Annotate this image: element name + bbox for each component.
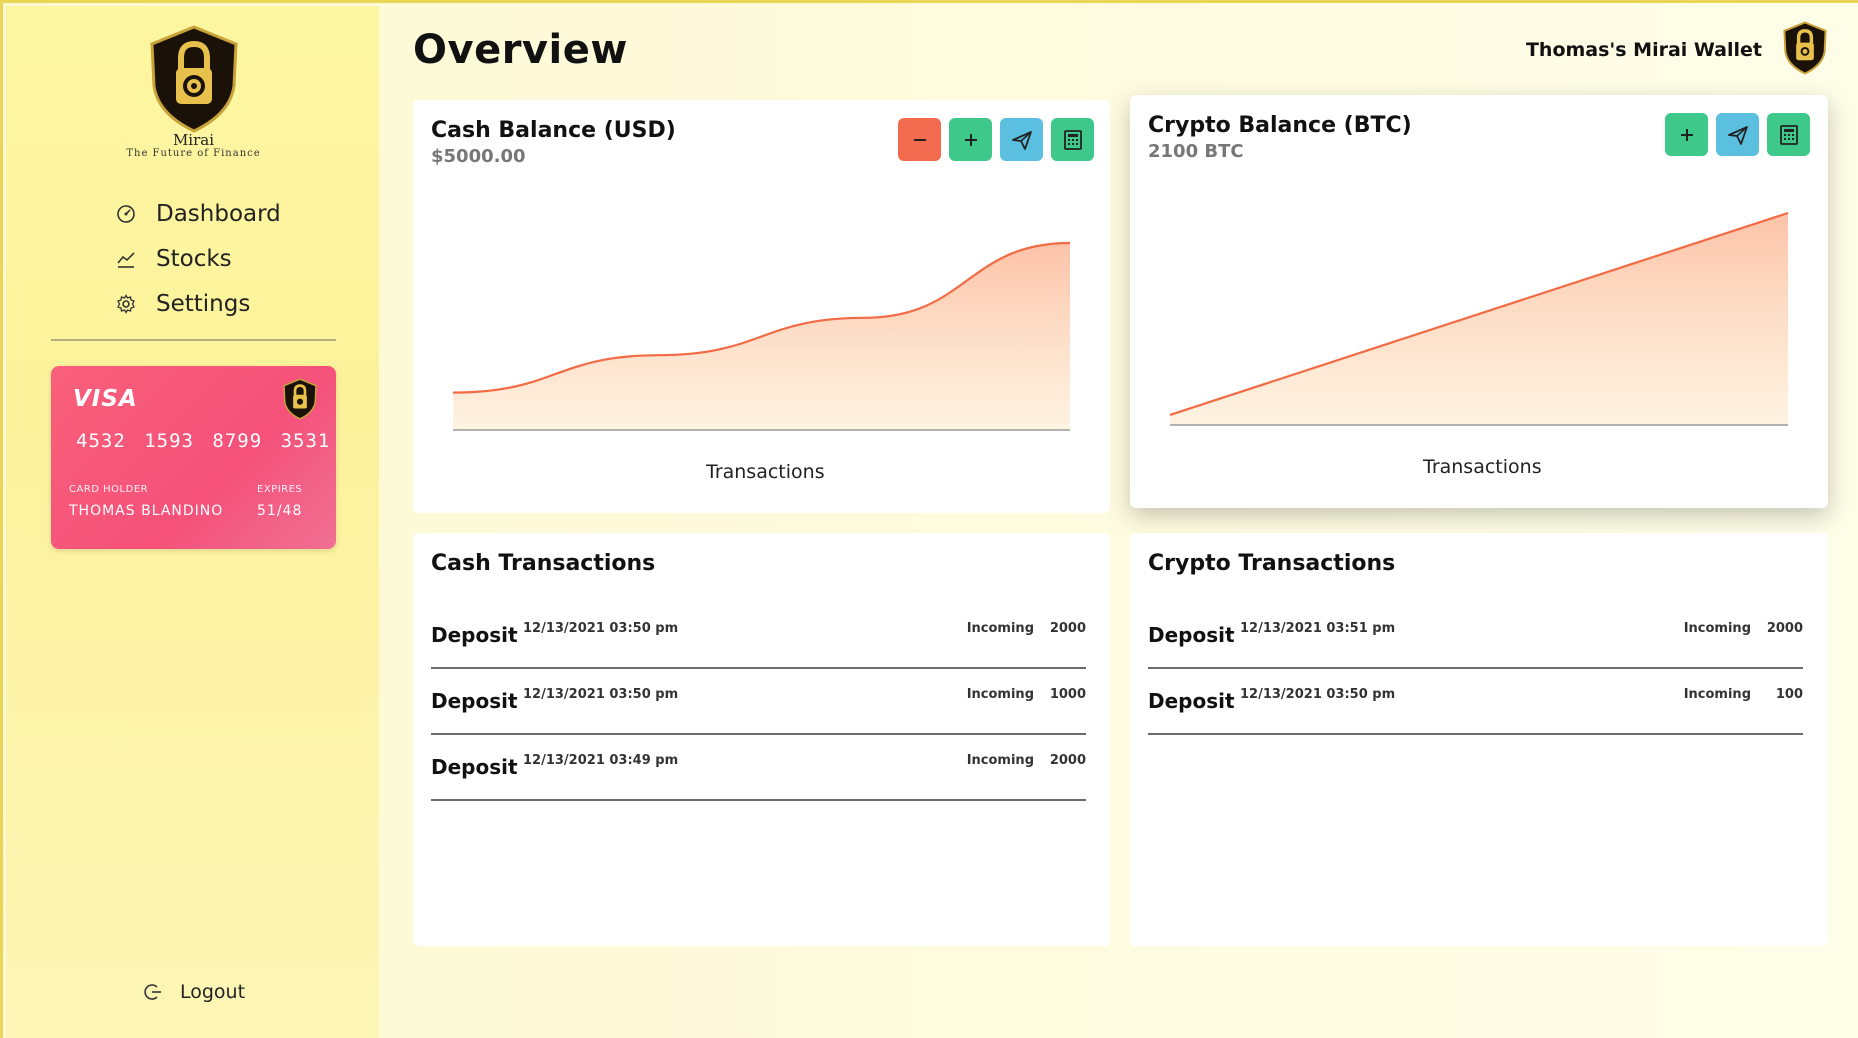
- sidebar: Mirai The Future of Finance Dashboard St…: [6, 6, 379, 1038]
- crypto-transactions-list: Deposit 12/13/2021 03:51 pm Incoming 200…: [1148, 603, 1803, 735]
- tx-type: Deposit: [431, 689, 518, 713]
- cash-transactions-title: Cash Transactions: [431, 551, 656, 576]
- card-expires-label: EXPIRES: [257, 484, 303, 495]
- logout-label: Logout: [180, 981, 246, 1003]
- tx-date: 12/13/2021 03:50 pm: [1240, 687, 1396, 702]
- table-row[interactable]: Deposit 12/13/2021 03:50 pm Incoming 100…: [431, 669, 1086, 735]
- table-row[interactable]: Deposit 12/13/2021 03:51 pm Incoming 200…: [1148, 603, 1803, 669]
- mirai-header-logo-icon: [1783, 21, 1827, 75]
- line-chart-icon: [114, 247, 138, 271]
- mirai-shield-logo: [149, 25, 238, 133]
- tx-amount: 2000: [1049, 753, 1086, 768]
- crypto-transactions-panel: Crypto Transactions Deposit 12/13/2021 0…: [1130, 533, 1828, 946]
- cash-balance-panel: Cash Balance (USD) $5000.00 Transactions: [413, 100, 1110, 513]
- gear-icon: [114, 292, 138, 316]
- sidebar-item-stocks[interactable]: Stocks: [114, 236, 281, 281]
- tx-amount: 2000: [1049, 621, 1086, 636]
- cash-chart-x-label: Transactions: [706, 461, 825, 483]
- sidebar-item-label: Stocks: [156, 245, 232, 272]
- card-holder-label: CARD HOLDER: [69, 484, 149, 495]
- tx-amount: 1000: [1049, 687, 1086, 702]
- sidebar-item-label: Settings: [156, 290, 251, 317]
- brand-logo: Mirai The Future of Finance: [116, 24, 271, 164]
- card-number: 4532 1593 8799 3531: [76, 430, 331, 452]
- tx-direction: Incoming: [1683, 621, 1751, 636]
- wallet-name: Thomas's Mirai Wallet: [1525, 39, 1762, 61]
- tx-direction: Incoming: [966, 753, 1034, 768]
- sidebar-item-dashboard[interactable]: Dashboard: [114, 191, 281, 236]
- tx-type: Deposit: [1148, 689, 1235, 713]
- tx-direction: Incoming: [1683, 687, 1751, 702]
- sidebar-divider: [51, 339, 336, 341]
- brand-tagline: The Future of Finance: [126, 148, 261, 159]
- speedometer-icon: [114, 202, 138, 226]
- card-network: VISA: [73, 386, 138, 412]
- tx-amount: 2000: [1766, 621, 1803, 636]
- card-expires: 51/48: [257, 503, 303, 519]
- logout-icon: [144, 982, 164, 1002]
- visa-card[interactable]: VISA 4532 1593 8799 3531 CARD HOLDER THO…: [51, 366, 336, 549]
- crypto-balance-panel: Crypto Balance (BTC) 2100 BTC Transactio…: [1130, 95, 1828, 508]
- cash-balance-chart: [452, 241, 1071, 431]
- tx-direction: Incoming: [966, 621, 1034, 636]
- tx-amount: 100: [1775, 687, 1803, 702]
- cash-transactions-panel: Cash Transactions Deposit 12/13/2021 03:…: [413, 533, 1110, 946]
- tx-type: Deposit: [1148, 623, 1235, 647]
- crypto-chart-x-label: Transactions: [1423, 456, 1542, 478]
- card-holder: THOMAS BLANDINO: [69, 503, 224, 519]
- table-row[interactable]: Deposit 12/13/2021 03:50 pm Incoming 200…: [431, 603, 1086, 669]
- tx-date: 12/13/2021 03:50 pm: [523, 621, 679, 636]
- table-row[interactable]: Deposit 12/13/2021 03:49 pm Incoming 200…: [431, 735, 1086, 801]
- brand-name: Mirai: [172, 131, 215, 149]
- table-row[interactable]: Deposit 12/13/2021 03:50 pm Incoming 100: [1148, 669, 1803, 735]
- sidebar-nav: Dashboard Stocks Settings: [114, 191, 281, 326]
- crypto-transactions-title: Crypto Transactions: [1148, 551, 1396, 576]
- tx-date: 12/13/2021 03:50 pm: [523, 687, 679, 702]
- tx-type: Deposit: [431, 623, 518, 647]
- app-window: Mirai The Future of Finance Dashboard St…: [0, 0, 1858, 1038]
- mirai-card-logo-icon: [283, 378, 317, 420]
- page-title: Overview: [413, 27, 628, 73]
- tx-type: Deposit: [431, 755, 518, 779]
- logout-button[interactable]: Logout: [144, 981, 245, 1003]
- sidebar-item-settings[interactable]: Settings: [114, 281, 281, 326]
- tx-date: 12/13/2021 03:49 pm: [523, 753, 679, 768]
- cash-transactions-list: Deposit 12/13/2021 03:50 pm Incoming 200…: [431, 603, 1086, 801]
- chart-area-fill: [1170, 213, 1788, 425]
- sidebar-item-label: Dashboard: [156, 200, 281, 227]
- tx-direction: Incoming: [966, 687, 1034, 702]
- crypto-balance-chart: [1169, 211, 1789, 426]
- tx-date: 12/13/2021 03:51 pm: [1240, 621, 1396, 636]
